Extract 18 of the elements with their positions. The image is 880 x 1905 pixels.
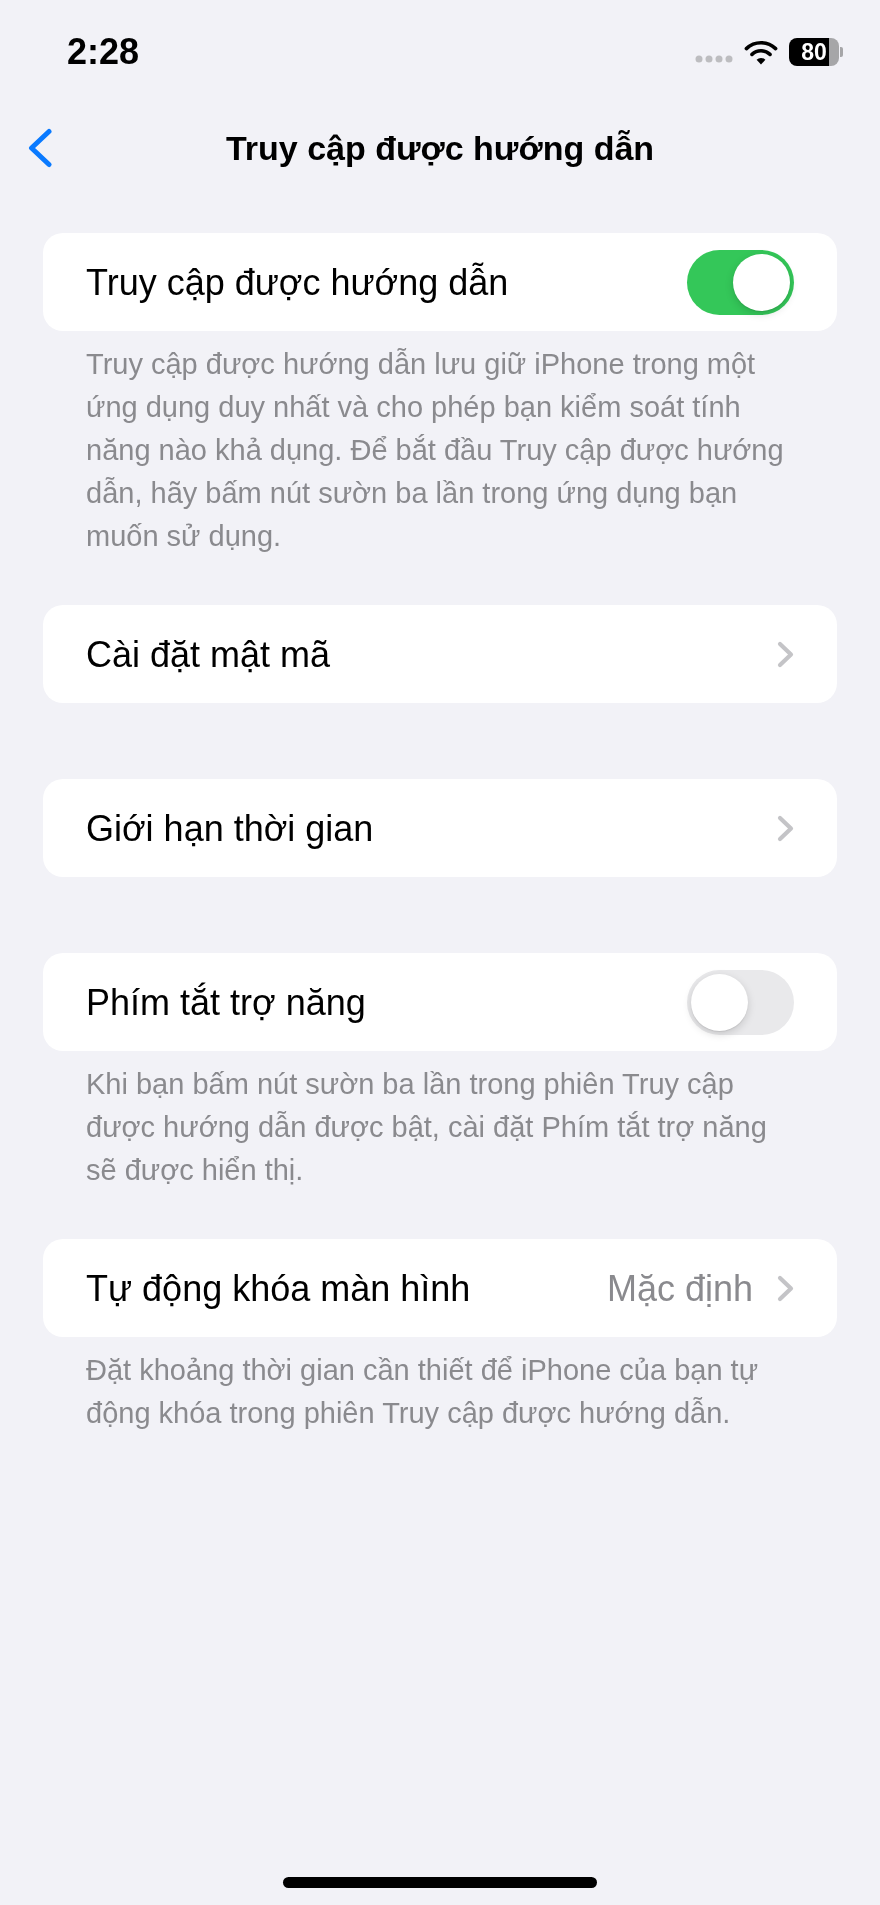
chevron-right-icon: [777, 640, 794, 668]
battery-indicator: 80: [789, 38, 843, 66]
settings-row[interactable]: Cài đặt mật mã: [43, 605, 837, 703]
settings-row[interactable]: Tự động khóa màn hình Mặc định: [43, 1239, 837, 1337]
chevron-right-icon: [777, 814, 794, 842]
section-footer: Truy cập được hướng dẫn lưu giữ iPhone trong một ứng dụng duy nhất và cho phép bạn kiểm soát tính năng nào khả dụng. Để bắt đầu Truy cập được hướng dẫn, hãy bấm nút sườn ba lần trong ứng dụng bạn muốn sử dụng.: [86, 343, 794, 558]
nav-title: Truy cập được hướng dẫn: [225, 127, 655, 169]
cellular-signal-icon: [695, 55, 733, 63]
back-button[interactable]: [27, 128, 53, 168]
row-label: Truy cập được hướng dẫn: [86, 260, 509, 305]
settings-row[interactable]: Giới hạn thời gian: [43, 779, 837, 877]
section-footer: Đặt khoảng thời gian cần thiết để iPhone của bạn tự động khóa trong phiên Truy cập được hướng dẫn.: [86, 1349, 794, 1435]
section-footer: Khi bạn bấm nút sườn ba lần trong phiên Truy cập được hướng dẫn được bật, cài đặt Phím tắt trợ năng sẽ được hiển thị.: [86, 1063, 794, 1192]
back-chevron-icon: [27, 128, 53, 168]
row-label: Phím tắt trợ năng: [86, 980, 366, 1025]
status-time: 2:28: [67, 34, 140, 70]
chevron-right-icon: [777, 1274, 794, 1302]
wifi-icon: [744, 39, 778, 65]
